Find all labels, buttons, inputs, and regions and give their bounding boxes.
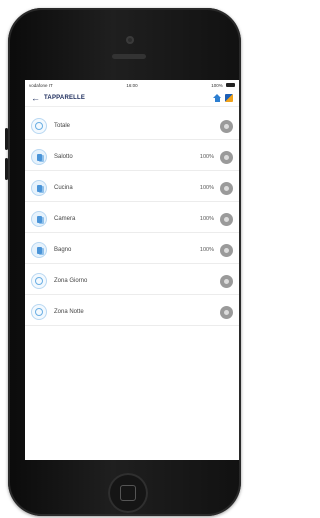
volume-button	[5, 128, 8, 150]
toggle-button[interactable]	[220, 274, 233, 288]
battery-label: 100%	[211, 82, 223, 88]
row-value: 100%	[199, 154, 214, 160]
row-label: Camera	[54, 216, 76, 222]
clock-label: 16:00	[126, 82, 138, 88]
toggle-button[interactable]	[220, 212, 233, 226]
row-label: Zona Giorno	[54, 278, 88, 284]
home-button[interactable]	[108, 473, 148, 513]
page-title: TAPPARELLE	[44, 95, 86, 101]
list-item-salotto[interactable]: Salotto 100%	[25, 144, 239, 171]
shutter-list: Totale Salotto 100% Cucina 100% Camera 1…	[25, 107, 239, 328]
row-value: 100%	[199, 185, 214, 191]
battery-indicator: 100%	[211, 83, 235, 88]
status-bar: vodafone IT 16:00 100%	[25, 80, 239, 90]
list-item-zona-giorno[interactable]: Zona Giorno	[25, 268, 239, 295]
brand-logo-icon[interactable]	[225, 94, 233, 102]
list-item-zona-notte[interactable]: Zona Notte	[25, 299, 239, 326]
toggle-button[interactable]	[220, 243, 233, 257]
row-label: Salotto	[54, 154, 73, 160]
list-item-totale[interactable]: Totale	[25, 113, 239, 140]
toggle-button[interactable]	[220, 119, 233, 133]
carrier-label: vodafone IT	[29, 82, 53, 88]
list-item-bagno[interactable]: Bagno 100%	[25, 237, 239, 264]
row-label: Cucina	[54, 185, 73, 191]
zone-icon	[31, 118, 47, 134]
row-value: 100%	[199, 247, 214, 253]
app-screen: vodafone IT 16:00 100% ← TAPPARELLE Tota…	[25, 80, 239, 460]
row-value: 100%	[199, 216, 214, 222]
nav-bar: ← TAPPARELLE	[25, 90, 239, 107]
shutter-icon	[31, 242, 47, 258]
list-item-cucina[interactable]: Cucina 100%	[25, 175, 239, 202]
camera-icon	[126, 36, 134, 44]
shutter-icon	[31, 180, 47, 196]
toggle-button[interactable]	[220, 305, 233, 319]
zone-icon	[31, 273, 47, 289]
speaker-grille	[112, 54, 146, 59]
row-label: Totale	[54, 123, 71, 129]
list-item-camera[interactable]: Camera 100%	[25, 206, 239, 233]
battery-icon	[226, 83, 235, 88]
toggle-button[interactable]	[220, 150, 233, 164]
home-icon[interactable]	[213, 94, 221, 102]
row-label: Bagno	[54, 247, 72, 253]
shutter-icon	[31, 149, 47, 165]
zone-icon	[31, 304, 47, 320]
shutter-icon	[31, 211, 47, 227]
nav-actions	[213, 94, 233, 102]
back-arrow-icon[interactable]: ←	[31, 93, 40, 103]
row-label: Zona Notte	[54, 309, 84, 315]
toggle-button[interactable]	[220, 181, 233, 195]
volume-button	[5, 158, 8, 180]
